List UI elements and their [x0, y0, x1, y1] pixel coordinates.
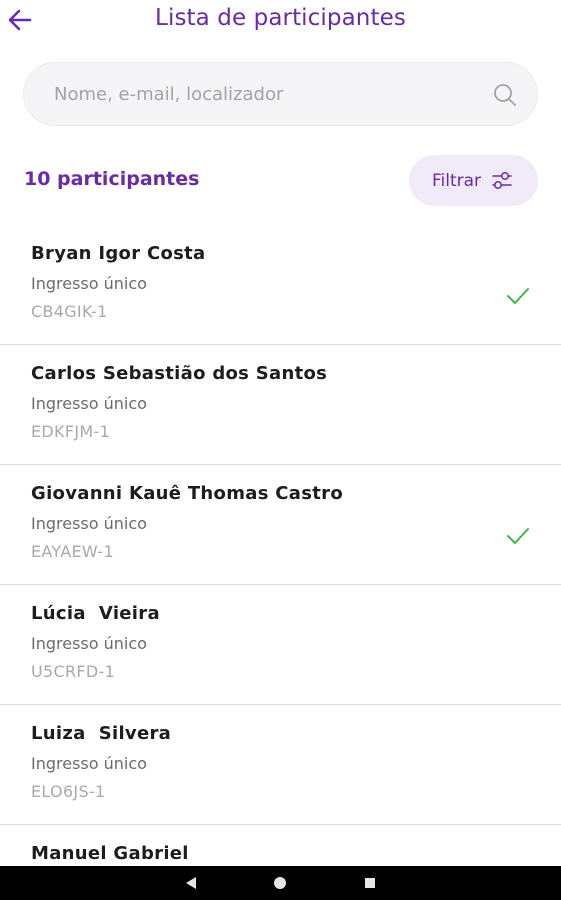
participant-name: Carlos Sebastião dos Santos — [31, 363, 328, 384]
back-button[interactable] — [4, 4, 36, 36]
system-nav-bar — [0, 866, 561, 900]
participant-name: Giovanni Kauê Thomas Castro — [31, 483, 343, 504]
search-icon[interactable] — [492, 82, 518, 108]
filter-icon — [492, 171, 512, 189]
nav-recents-icon[interactable] — [365, 878, 375, 888]
participant-row[interactable]: Carlos Sebastião dos Santos Ingresso úni… — [0, 345, 561, 465]
participant-name: Lúcia Vieira — [31, 603, 160, 624]
locator-code: ELO6JS-1 — [31, 782, 106, 801]
participant-name: Manuel Gabriel — [31, 843, 189, 864]
participant-row[interactable]: Bryan Igor Costa Ingresso único CB4GIK-1 — [0, 225, 561, 345]
filter-label: Filtrar — [432, 170, 482, 191]
app-bar: Lista de participantes — [0, 0, 561, 44]
participant-row[interactable]: Luiza Silvera Ingresso único ELO6JS-1 — [0, 705, 561, 825]
page-title: Lista de participantes — [155, 5, 406, 31]
ticket-type: Ingresso único — [31, 274, 147, 293]
ticket-type: Ingresso único — [31, 514, 147, 533]
participant-row[interactable]: Lúcia Vieira Ingresso único U5CRFD-1 — [0, 585, 561, 705]
filter-button[interactable]: Filtrar — [409, 155, 538, 206]
arrow-left-icon — [8, 9, 32, 31]
nav-back-icon[interactable] — [184, 876, 198, 890]
ticket-type: Ingresso único — [31, 754, 147, 773]
participant-count: 10 participantes — [24, 168, 200, 190]
participant-name: Bryan Igor Costa — [31, 243, 206, 264]
check-icon — [507, 528, 529, 544]
nav-home-icon[interactable] — [274, 877, 286, 889]
locator-code: CB4GIK-1 — [31, 302, 108, 321]
locator-code: EAYAEW-1 — [31, 542, 114, 561]
ticket-type: Ingresso único — [31, 634, 147, 653]
participant-name: Luiza Silvera — [31, 723, 172, 744]
participants-screen: Lista de participantes 10 participantes … — [0, 0, 561, 900]
search-input[interactable] — [54, 63, 494, 125]
locator-code: EDKFJM-1 — [31, 422, 111, 441]
search-bar — [23, 62, 538, 126]
participant-row[interactable]: Giovanni Kauê Thomas Castro Ingresso úni… — [0, 465, 561, 585]
ticket-type: Ingresso único — [31, 394, 147, 413]
participant-list: Bryan Igor Costa Ingresso único CB4GIK-1… — [0, 225, 561, 865]
check-icon — [507, 288, 529, 304]
participant-row[interactable]: Manuel Gabriel — [0, 825, 561, 865]
locator-code: U5CRFD-1 — [31, 662, 116, 681]
